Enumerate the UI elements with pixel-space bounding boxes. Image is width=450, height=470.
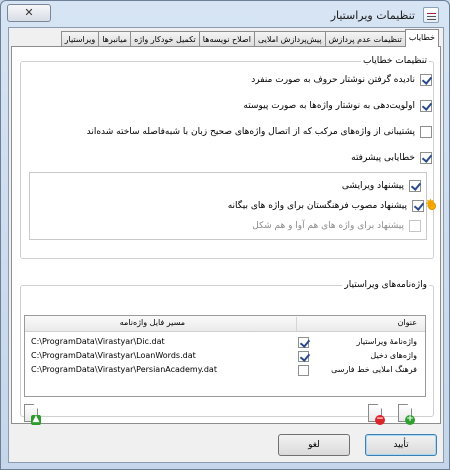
column-header-path[interactable]: مسیر فایل واژه‌نامه: [120, 318, 185, 327]
checkbox[interactable]: [420, 126, 432, 138]
checkbox[interactable]: [420, 100, 432, 112]
dictionary-path: C:\ProgramData\Virastyar\Dic.dat: [31, 337, 165, 346]
checkbox[interactable]: [412, 200, 424, 212]
tab-word-completion[interactable]: تکمیل خودکار واژه: [130, 31, 200, 47]
tab-virastyar[interactable]: ویراستیار: [60, 31, 100, 47]
option-label: خطایابی پیشرفته: [351, 153, 415, 163]
dictionary-name: واژه‌نامهٔ ویراستیار: [356, 337, 417, 346]
dictionary-path: C:\ProgramData\Virastyar\PersianAcademy.…: [31, 365, 217, 374]
checkbox[interactable]: [409, 180, 421, 192]
add-dictionary-button[interactable]: +: [398, 404, 418, 426]
tab-char-refinement[interactable]: اصلاح نویسه‌ها: [198, 31, 255, 47]
option-label: پیشنهاد مصوب فرهنگستان برای واژه های بیگ…: [227, 201, 407, 211]
option-ignore-single-letters[interactable]: نادیده گرفتن نوشتار حروف به صورت منفرد: [251, 72, 432, 88]
option-homophone-suggestion[interactable]: پیشنهاد برای واژه های هم آوا و هم شکل: [252, 218, 421, 234]
settings-window: تنظیمات ویراستیار ✕ خطایاب تنظیمات عدم پ…: [0, 0, 450, 470]
dictionary-name: فرهنگ املایی خط فارسی: [331, 365, 417, 374]
option-label: پشتیبانی از واژه‌های مرکب که از اتصال وا…: [86, 127, 415, 137]
dictionary-path: C:\ProgramData\Virastyar\LoanWords.dat: [31, 351, 196, 360]
remove-dictionary-button[interactable]: −: [368, 404, 388, 426]
window-title: تنظیمات ویراستیار: [330, 9, 415, 22]
spell-settings-label: تنظیمات خطایاب: [360, 56, 429, 66]
ok-button[interactable]: تأیید: [365, 434, 437, 456]
tab-panel-spellchecker: تنظیمات خطایاب نادیده گرفتن نوشتار حروف …: [11, 46, 441, 426]
option-label: پیشنهاد ویرایشی: [341, 181, 404, 191]
dictionary-row[interactable]: C:\ProgramData\Virastyar\Dic.dat واژه‌نا…: [25, 336, 425, 350]
column-divider[interactable]: [296, 317, 297, 331]
dictionary-checkbox[interactable]: [298, 337, 309, 348]
option-prefer-joined-words[interactable]: اولویت‌دهی به نوشتار واژه‌ها به صورت پیو…: [243, 98, 432, 114]
tab-ignore-settings[interactable]: تنظیمات عدم پردازش: [324, 31, 406, 47]
sun-icon: [425, 197, 438, 212]
minus-icon: −: [375, 414, 385, 425]
checkbox[interactable]: [409, 220, 421, 232]
option-label: پیشنهاد برای واژه های هم آوا و هم شکل: [252, 221, 404, 231]
app-icon: [423, 7, 439, 23]
cancel-button[interactable]: لغو: [278, 434, 350, 456]
dictionary-checkbox[interactable]: [298, 365, 309, 376]
tab-shortcuts[interactable]: میانبرها: [98, 31, 132, 47]
dictionary-name: واژه‌های دخیل: [370, 351, 417, 360]
arrow-up-icon: ▲: [31, 414, 41, 425]
dictionaries-list[interactable]: عنوان مسیر فایل واژه‌نامه C:\ProgramData…: [24, 315, 426, 397]
tab-spellchecker[interactable]: خطایاب: [404, 29, 439, 47]
option-compound-words[interactable]: پشتیبانی از واژه‌های مرکب که از اتصال وا…: [87, 124, 432, 140]
dictionary-row[interactable]: C:\ProgramData\Virastyar\PersianAcademy.…: [25, 364, 425, 378]
option-advanced-spellcheck[interactable]: خطایابی پیشرفته: [351, 150, 432, 166]
option-label: نادیده گرفتن نوشتار حروف به صورت منفرد: [251, 75, 415, 85]
option-academy-suggestion[interactable]: پیشنهاد مصوب فرهنگستان برای واژه های بیگ…: [227, 197, 438, 214]
checkbox[interactable]: [420, 152, 432, 164]
option-edit-suggestion[interactable]: پیشنهاد ویرایشی: [342, 178, 421, 194]
client-area: خطایاب تنظیمات عدم پردازش پیش‌پردازش امل…: [8, 27, 444, 463]
list-header: عنوان مسیر فایل واژه‌نامه: [25, 316, 425, 332]
advanced-options-group: پیشنهاد ویرایشی پیشنهاد مصوب فرهنگستان ب…: [29, 172, 436, 240]
move-up-dictionary-button[interactable]: ▲: [24, 404, 44, 426]
dictionary-row[interactable]: C:\ProgramData\Virastyar\LoanWords.dat و…: [25, 350, 425, 364]
spell-settings-group: تنظیمات خطایاب نادیده گرفتن نوشتار حروف …: [20, 56, 436, 259]
checkbox[interactable]: [420, 74, 432, 86]
tab-spell-preprocess[interactable]: پیش‌پردازش املایی: [253, 31, 326, 47]
dictionaries-label: واژه‌نامه‌های ویراستیار: [342, 280, 429, 290]
option-label: اولویت‌دهی به نوشتار واژه‌ها به صورت پیو…: [243, 101, 415, 111]
tab-strip: خطایاب تنظیمات عدم پردازش پیش‌پردازش امل…: [60, 29, 439, 47]
column-header-title[interactable]: عنوان: [398, 318, 417, 327]
close-button[interactable]: ✕: [7, 4, 51, 22]
plus-icon: +: [405, 414, 415, 425]
dictionary-checkbox[interactable]: [298, 351, 309, 362]
